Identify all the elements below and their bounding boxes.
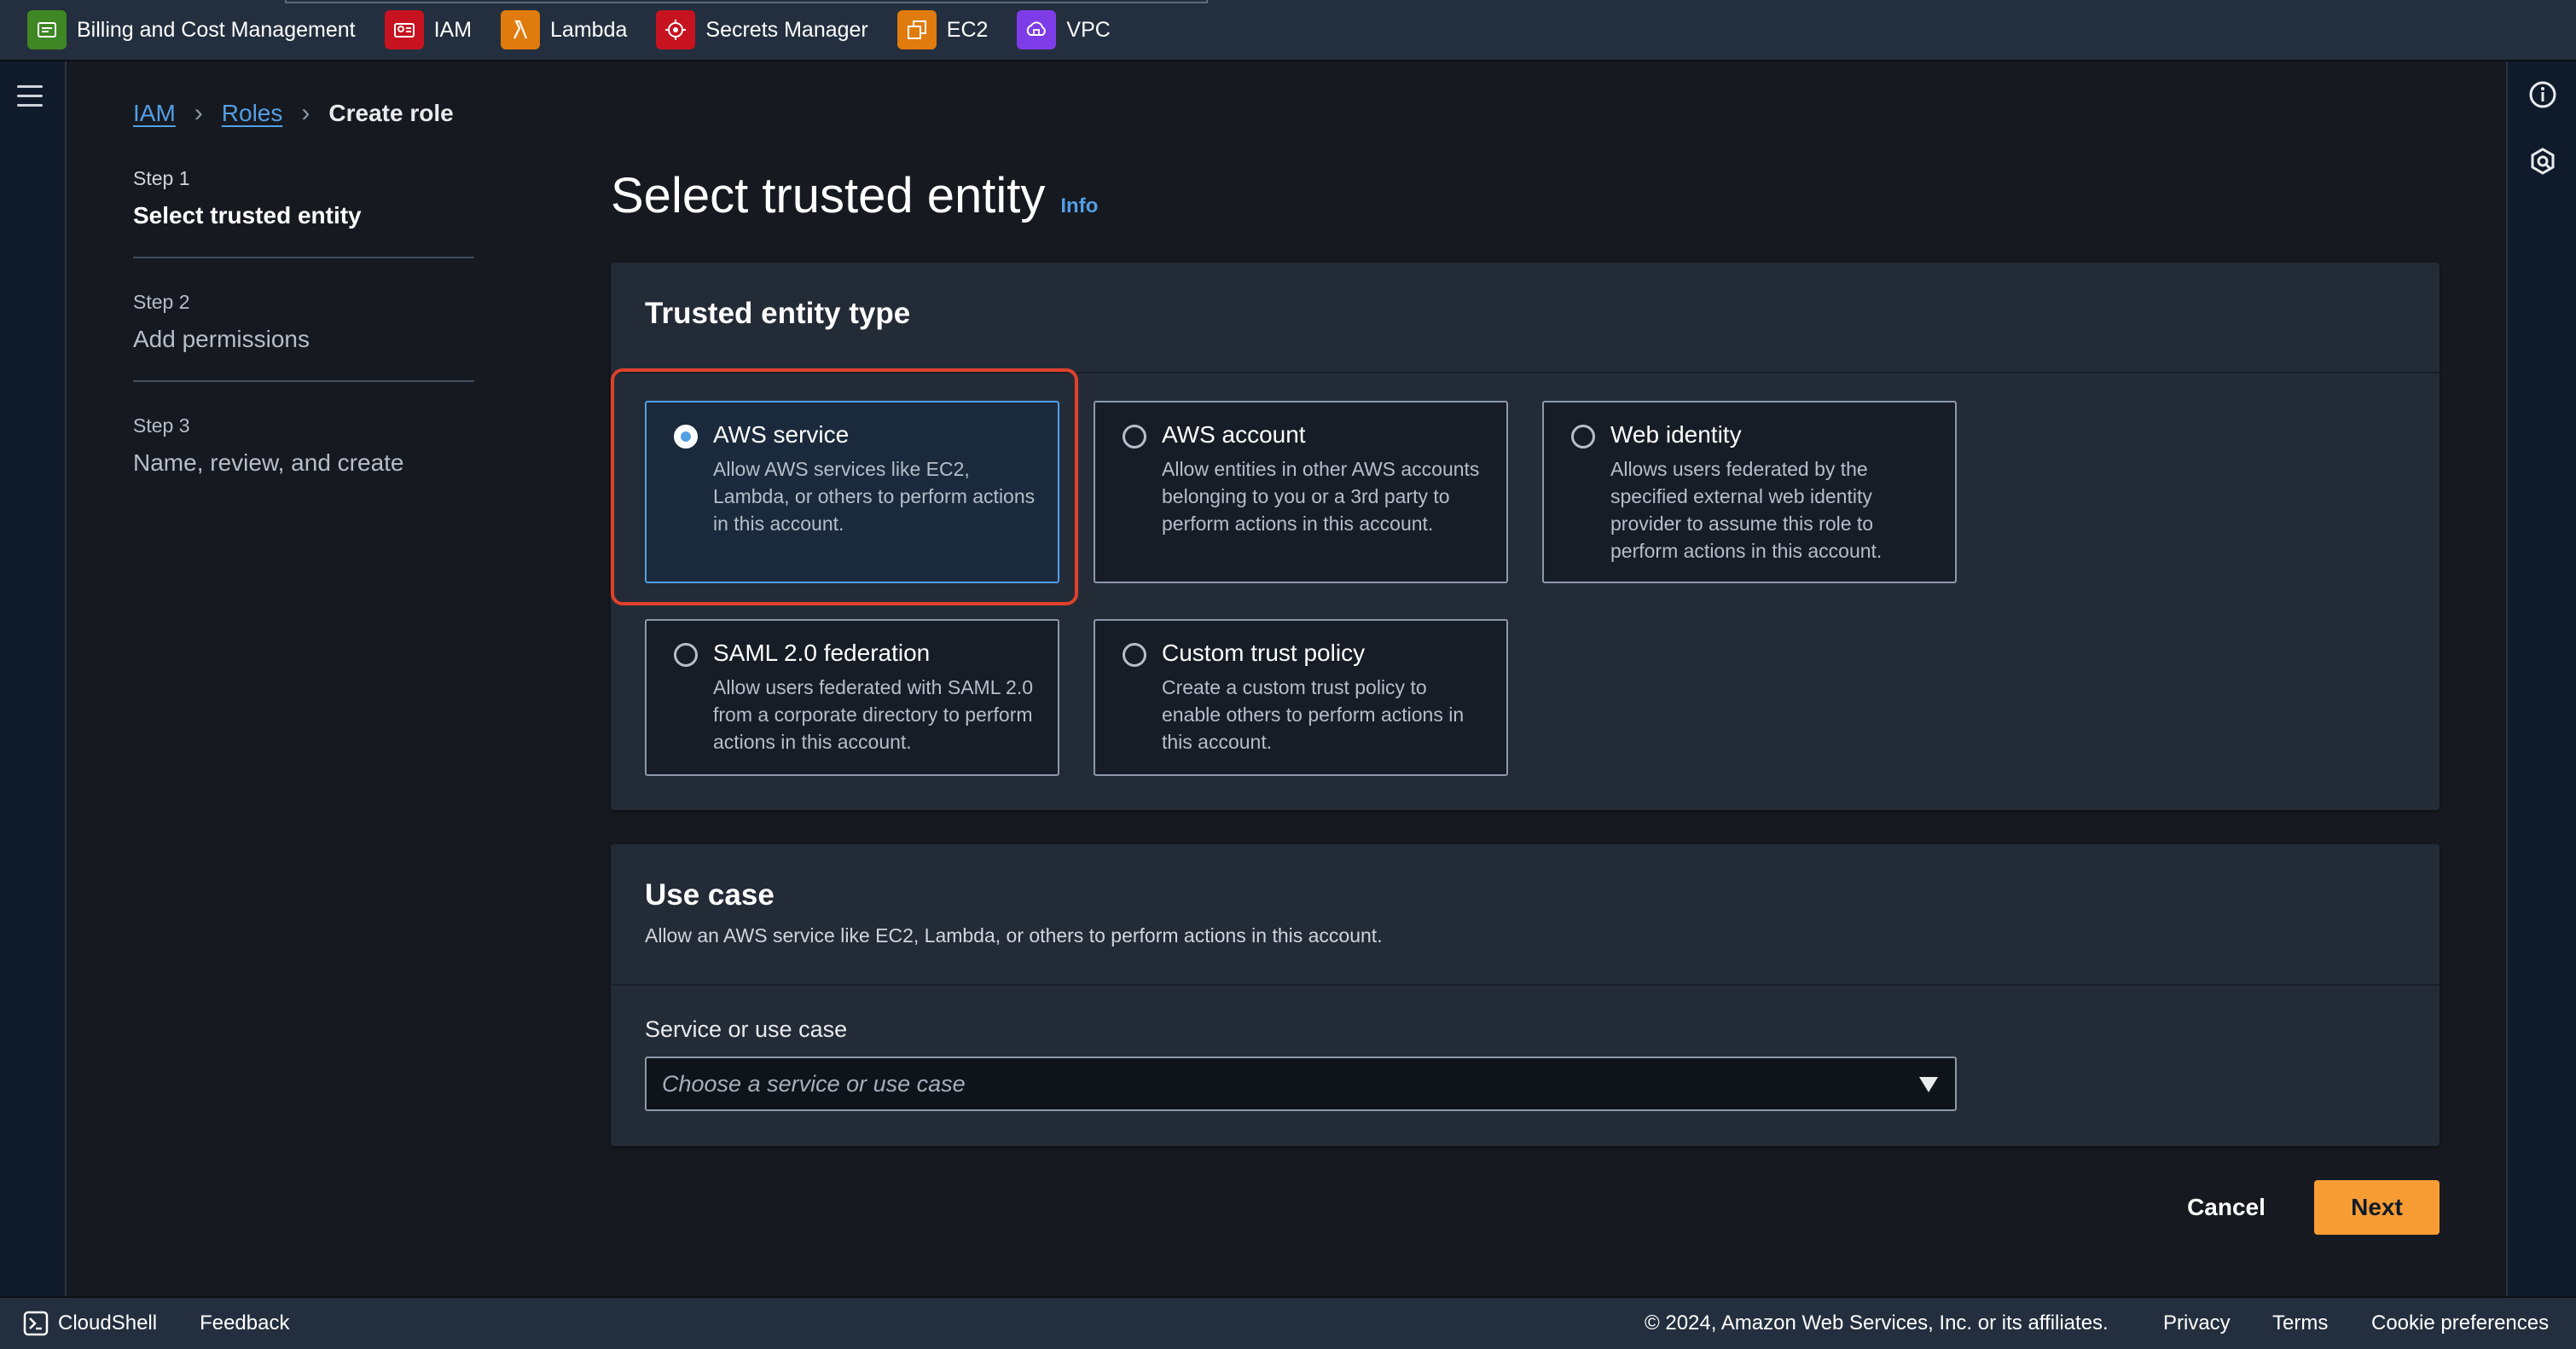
cancel-button[interactable]: Cancel [2167,1182,2286,1233]
vpc-icon [1017,10,1057,49]
info-panel-icon[interactable] [2528,80,2557,109]
select-placeholder: Choose a service or use case [662,1070,966,1097]
favorite-label: IAM [433,17,473,42]
caret-down-icon [1919,1077,1938,1092]
option-custom-trust-policy[interactable]: Custom trust policy Create a custom trus… [1094,619,1508,776]
breadcrumb-iam-link[interactable]: IAM [133,100,176,127]
favorite-vpc[interactable]: VPC [1017,10,1111,49]
cloudshell-icon [23,1311,49,1336]
breadcrumb: IAM › Roles › Create role [133,99,454,128]
use-case-description: Allow an AWS service like EC2, Lambda, o… [645,924,1383,947]
step-3: Step 3 Name, review, and create [133,414,474,504]
option-aws-account[interactable]: AWS account Allow entities in other AWS … [1094,401,1508,583]
option-description: Create a custom trust policy to enable o… [1162,676,1465,753]
radio-unselected[interactable] [1123,643,1146,667]
option-saml-federation[interactable]: SAML 2.0 federation Allow users federate… [645,619,1059,776]
favorite-iam[interactable]: IAM [384,10,473,49]
info-link[interactable]: Info [1060,194,1098,218]
option-title: SAML 2.0 federation [713,640,931,666]
favorite-secrets-manager[interactable]: Secrets Manager [656,10,868,49]
favorite-ec2[interactable]: EC2 [896,10,989,49]
panel-heading: Trusted entity type [645,297,911,330]
service-use-case-select[interactable]: Choose a service or use case [645,1057,1957,1111]
step-2: Step 2 Add permissions [133,291,474,382]
menu-icon[interactable] [17,85,43,107]
search-bar-edge[interactable] [285,0,1208,3]
option-description: Allows users federated by the specified … [1610,458,1883,562]
option-aws-service[interactable]: AWS service Allow AWS services like EC2,… [645,401,1059,583]
page-header: Select trusted entity Info [611,167,1098,224]
breadcrumb-current: Create role [328,100,454,126]
step-title: Add permissions [133,326,310,352]
panel-heading: Use case [645,878,775,912]
step-1: Step 1 Select trusted entity [133,167,474,258]
cloudshell-button[interactable]: CloudShell [22,1310,157,1337]
secrets-manager-icon [656,10,696,49]
option-title: AWS service [713,421,850,448]
step-title: Select trusted entity [133,202,362,229]
amazon-q-icon[interactable] [2528,147,2557,176]
iam-icon [384,10,424,49]
favorite-label: Lambda [550,17,628,42]
step-number: Step 3 [133,414,190,437]
favorite-billing[interactable]: Billing and Cost Management [27,10,356,49]
option-description: Allow users federated with SAML 2.0 from… [713,676,1033,753]
terms-link[interactable]: Terms [2272,1311,2328,1335]
cookie-preferences-link[interactable]: Cookie preferences [2371,1311,2549,1335]
option-description: Allow entities in other AWS accounts bel… [1162,458,1480,535]
radio-unselected[interactable] [1571,425,1595,449]
chevron-right-icon: › [194,99,203,127]
use-case-panel: Use case Allow an AWS service like EC2, … [611,844,2440,1146]
step-number: Step 1 [133,167,190,189]
radio-unselected[interactable] [674,643,698,667]
favorite-label: EC2 [946,17,989,42]
wizard-steps: Step 1 Select trusted entity Step 2 Add … [133,167,474,536]
divider [611,372,2440,373]
left-nav-rail [0,61,67,1296]
billing-icon [27,10,67,49]
chevron-right-icon: › [301,99,310,127]
footer: CloudShell Feedback © 2024, Amazon Web S… [0,1296,2576,1349]
breadcrumb-roles-link[interactable]: Roles [222,100,283,127]
cloudshell-label: CloudShell [58,1311,158,1335]
option-web-identity[interactable]: Web identity Allows users federated by t… [1542,401,1957,583]
favorite-lambda[interactable]: Lambda [501,10,627,49]
favorite-label: Secrets Manager [705,17,868,42]
right-tools-rail [2506,61,2576,1296]
page-title: Select trusted entity [611,168,1046,223]
favorites-bar: Billing and Cost Management IAM Lambda S… [0,0,2576,61]
feedback-link[interactable]: Feedback [200,1311,289,1335]
ec2-icon [896,10,937,49]
option-title: Web identity [1610,421,1742,448]
option-description: Allow AWS services like EC2, Lambda, or … [713,458,1036,535]
trusted-entity-panel: Trusted entity type AWS service Allow AW… [611,263,2440,810]
option-title: Custom trust policy [1162,640,1366,666]
favorite-label: Billing and Cost Management [77,17,356,42]
lambda-icon [501,10,541,49]
radio-selected[interactable] [674,425,698,449]
option-title: AWS account [1162,421,1306,448]
copyright-text: © 2024, Amazon Web Services, Inc. or its… [1645,1311,2109,1335]
step-number: Step 2 [133,291,190,313]
field-label: Service or use case [645,1016,848,1042]
favorite-label: VPC [1066,17,1111,42]
privacy-link[interactable]: Privacy [2163,1311,2231,1335]
next-button[interactable]: Next [2314,1180,2440,1235]
step-title: Name, review, and create [133,449,404,476]
radio-unselected[interactable] [1123,425,1146,449]
